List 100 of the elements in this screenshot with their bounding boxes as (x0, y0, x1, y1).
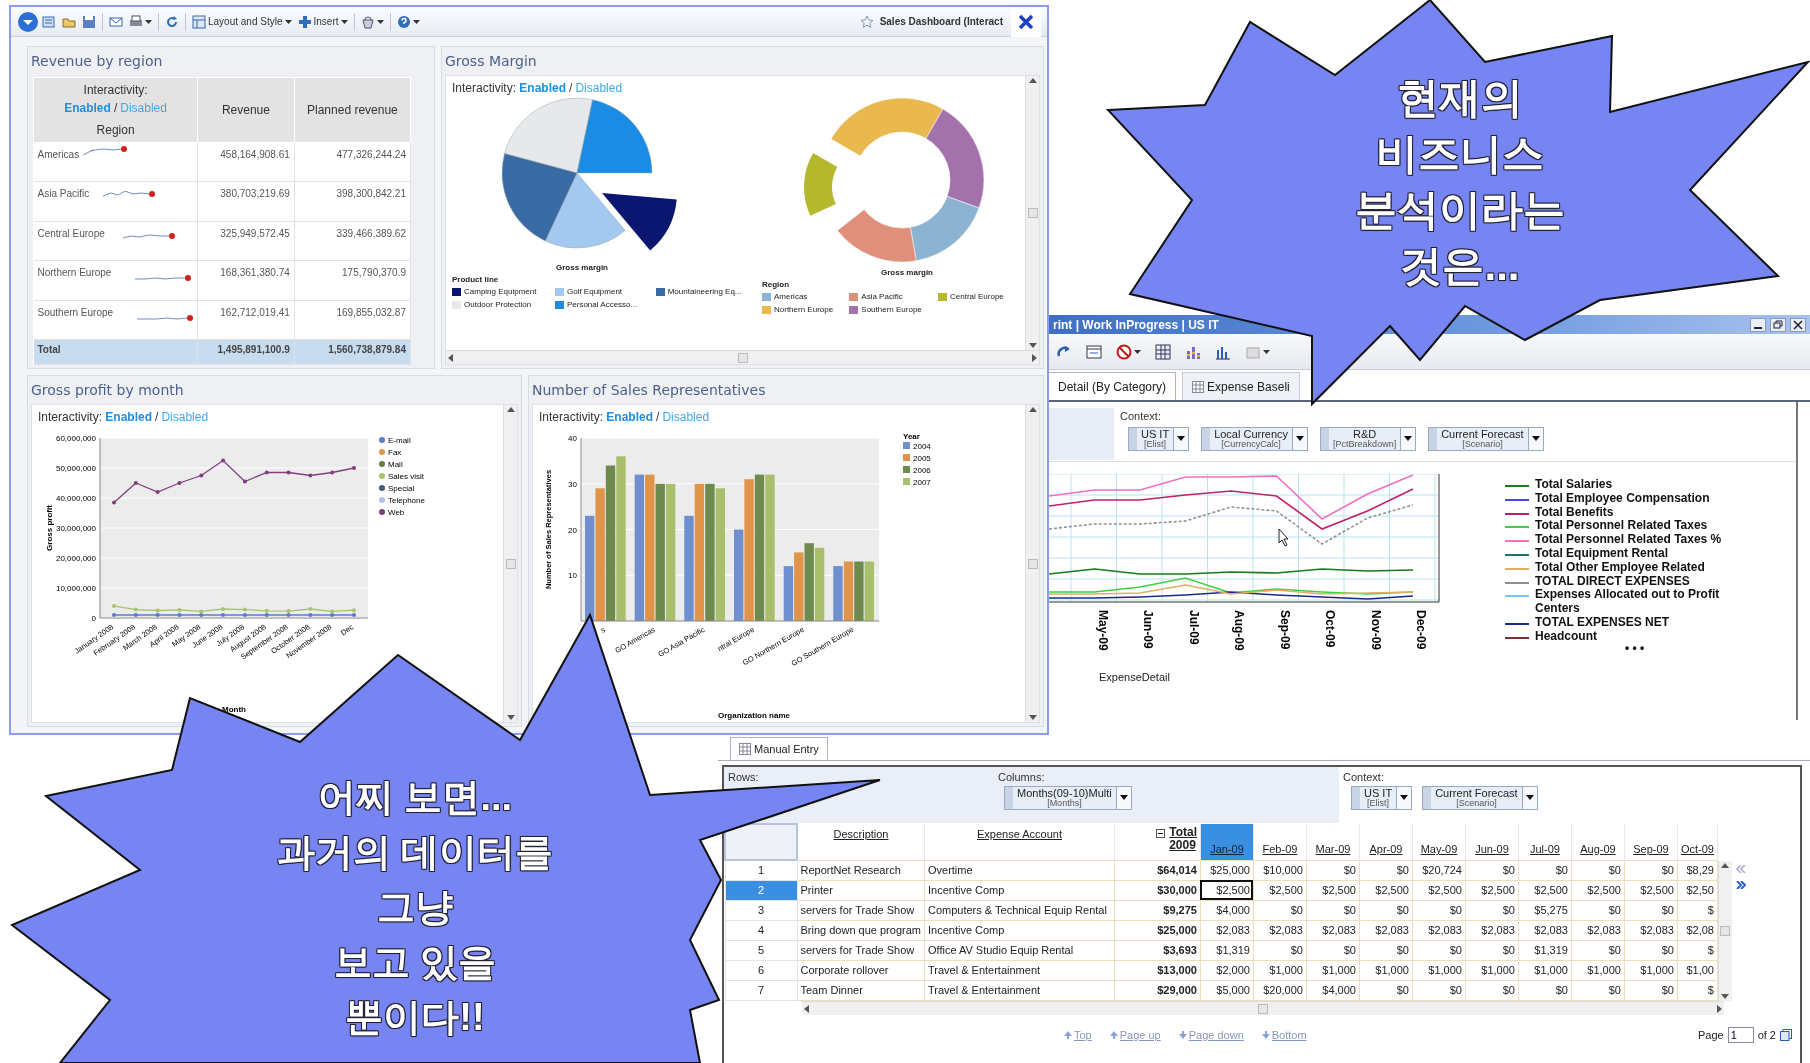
table-cell[interactable]: $1,000 (1518, 960, 1572, 981)
table-cell[interactable]: $0 (1465, 900, 1519, 921)
table-cell[interactable]: $2,083 (1465, 920, 1519, 941)
table-cell[interactable]: $1,000 (1465, 960, 1519, 981)
row-header[interactable]: 3 (725, 900, 797, 921)
scroll-down-icon[interactable] (1028, 715, 1037, 720)
tab[interactable]: Detail (By Category) (1049, 372, 1177, 400)
table-cell[interactable]: $0 (1571, 900, 1625, 921)
horizontal-scrollbar[interactable] (446, 350, 1039, 364)
table-cell[interactable]: $0 (1571, 860, 1625, 881)
table-cell[interactable]: $2,500 (1359, 880, 1413, 901)
table-cell[interactable]: $0 (1518, 860, 1572, 881)
column-header[interactable]: Total 2009 (1169, 826, 1197, 853)
scroll-right-icon[interactable] (1717, 1004, 1722, 1013)
column-header[interactable]: Jun-09 (1465, 824, 1519, 860)
table-cell[interactable]: $2,08 (1677, 920, 1718, 941)
scroll-thumb[interactable] (737, 352, 748, 363)
table-cell[interactable]: $2,000 (1200, 960, 1254, 981)
table-cell[interactable]: $0 (1359, 980, 1413, 1001)
interactivity-option[interactable]: Enabled (606, 410, 654, 424)
table-cell[interactable]: $0 (1359, 860, 1413, 881)
table-cell[interactable]: $4,000 (1200, 900, 1254, 921)
column-header[interactable]: Aug-09 (1571, 824, 1625, 860)
table-cell[interactable]: $2,500 (1306, 880, 1360, 901)
row-header[interactable]: 5 (725, 940, 797, 961)
horizontal-scrollbar[interactable] (802, 1001, 1724, 1015)
column-header[interactable]: Jan-09 (1200, 824, 1254, 860)
close-button[interactable] (1011, 6, 1041, 37)
interactivity-option[interactable]: Enabled (105, 410, 153, 424)
table-cell[interactable]: $2,500 (1518, 880, 1572, 901)
table-cell[interactable]: $20,000 (1253, 980, 1307, 1001)
scroll-up-icon[interactable] (1721, 863, 1730, 868)
scroll-thumb[interactable] (1027, 558, 1038, 569)
context-dropdown[interactable]: Current Forecast [Scenario] (1422, 785, 1538, 811)
table-cell[interactable]: $2,083 (1412, 920, 1466, 941)
table-cell[interactable]: $8,29 (1677, 860, 1718, 881)
menu-button[interactable] (17, 10, 39, 33)
table-cell[interactable]: $1,319 (1518, 940, 1572, 961)
page-field[interactable]: 1 (1727, 1027, 1754, 1044)
column-header[interactable]: Feb-09 (1253, 824, 1307, 860)
scroll-thumb[interactable] (505, 558, 516, 569)
table-cell[interactable]: $2,083 (1359, 920, 1413, 941)
toolbar-button[interactable] (1152, 341, 1174, 362)
toolbar-menu[interactable]: Layout and Style (189, 12, 295, 31)
tab[interactable]: Expense Baseli (1182, 372, 1300, 400)
table-cell[interactable]: $1,000 (1624, 960, 1678, 981)
column-header[interactable]: Apr-09 (1359, 824, 1413, 860)
table-cell[interactable]: $2,083 (1518, 920, 1572, 941)
window-button[interactable] (1770, 317, 1786, 332)
column-header[interactable]: Oct-09 (1677, 824, 1718, 860)
scroll-right-icon[interactable] (1032, 353, 1037, 362)
context-dropdown[interactable]: Local Currency [CurrencyCalc] (1201, 426, 1309, 452)
pages-icon[interactable] (1780, 1029, 1792, 1042)
vertical-scrollbar[interactable] (1025, 405, 1039, 722)
window-button[interactable] (1750, 317, 1766, 332)
table-cell[interactable]: $5,275 (1518, 900, 1572, 921)
column-header[interactable]: Expense Account (924, 824, 1115, 860)
table-cell[interactable]: $1,000 (1253, 960, 1307, 981)
table-cell[interactable]: $0 (1359, 900, 1413, 921)
table-cell[interactable]: $0 (1518, 980, 1572, 1001)
star-icon[interactable] (859, 14, 874, 29)
table-cell[interactable]: $1,00 (1677, 960, 1718, 981)
row-header[interactable]: 6 (725, 960, 797, 981)
table-cell[interactable]: $0 (1465, 980, 1519, 1001)
context-dropdown[interactable]: Current Forecast [Scenario] (1428, 426, 1544, 452)
table-cell[interactable]: $0 (1624, 940, 1678, 961)
table-cell[interactable]: $1,000 (1412, 960, 1466, 981)
scroll-left-icon[interactable] (448, 353, 453, 362)
table-cell[interactable]: $0 (1412, 940, 1466, 961)
table-cell[interactable]: $10,000 (1253, 860, 1307, 881)
table-cell[interactable]: $0 (1465, 860, 1519, 881)
table-cell[interactable]: $2,083 (1253, 920, 1307, 941)
table-cell[interactable]: $0 (1571, 940, 1625, 961)
table-cell[interactable]: $2,500 (1571, 880, 1625, 901)
table-cell[interactable]: $2,083 (1624, 920, 1678, 941)
tab[interactable]: Manual Entry (730, 736, 828, 760)
scroll-thumb[interactable] (1027, 208, 1038, 218)
table-cell[interactable]: $0 (1624, 980, 1678, 1001)
table-cell[interactable]: $5,000 (1200, 980, 1254, 1001)
table-cell[interactable]: $0 (1624, 860, 1678, 881)
scroll-down-icon[interactable] (1721, 994, 1730, 999)
table-cell[interactable]: $1,000 (1359, 960, 1413, 981)
context-dropdown[interactable]: US IT [Elist] (1128, 426, 1190, 452)
column-header[interactable]: May-09 (1412, 824, 1466, 860)
table-cell[interactable]: $0 (1306, 860, 1360, 881)
column-header[interactable]: Sep-09 (1624, 824, 1678, 860)
table-cell[interactable]: $2,083 (1306, 920, 1360, 941)
table-cell[interactable]: $1,000 (1306, 960, 1360, 981)
scroll-left-icon[interactable] (804, 1004, 809, 1013)
scroll-up-icon[interactable] (506, 407, 515, 412)
table-cell[interactable]: $2,500 (1624, 880, 1678, 901)
table-cell[interactable]: $2,500 (1253, 880, 1307, 901)
column-header[interactable]: Description (797, 824, 925, 860)
column-header[interactable]: Mar-09 (1306, 824, 1360, 860)
table-cell[interactable]: $20,724 (1412, 860, 1466, 881)
table-cell[interactable]: $2,500 (1200, 880, 1254, 901)
table-cell[interactable]: $0 (1253, 940, 1307, 961)
table-cell[interactable]: $2,500 (1465, 880, 1519, 901)
table-cell[interactable]: $0 (1306, 940, 1360, 961)
context-dropdown[interactable]: US IT [Elist] (1351, 785, 1413, 811)
